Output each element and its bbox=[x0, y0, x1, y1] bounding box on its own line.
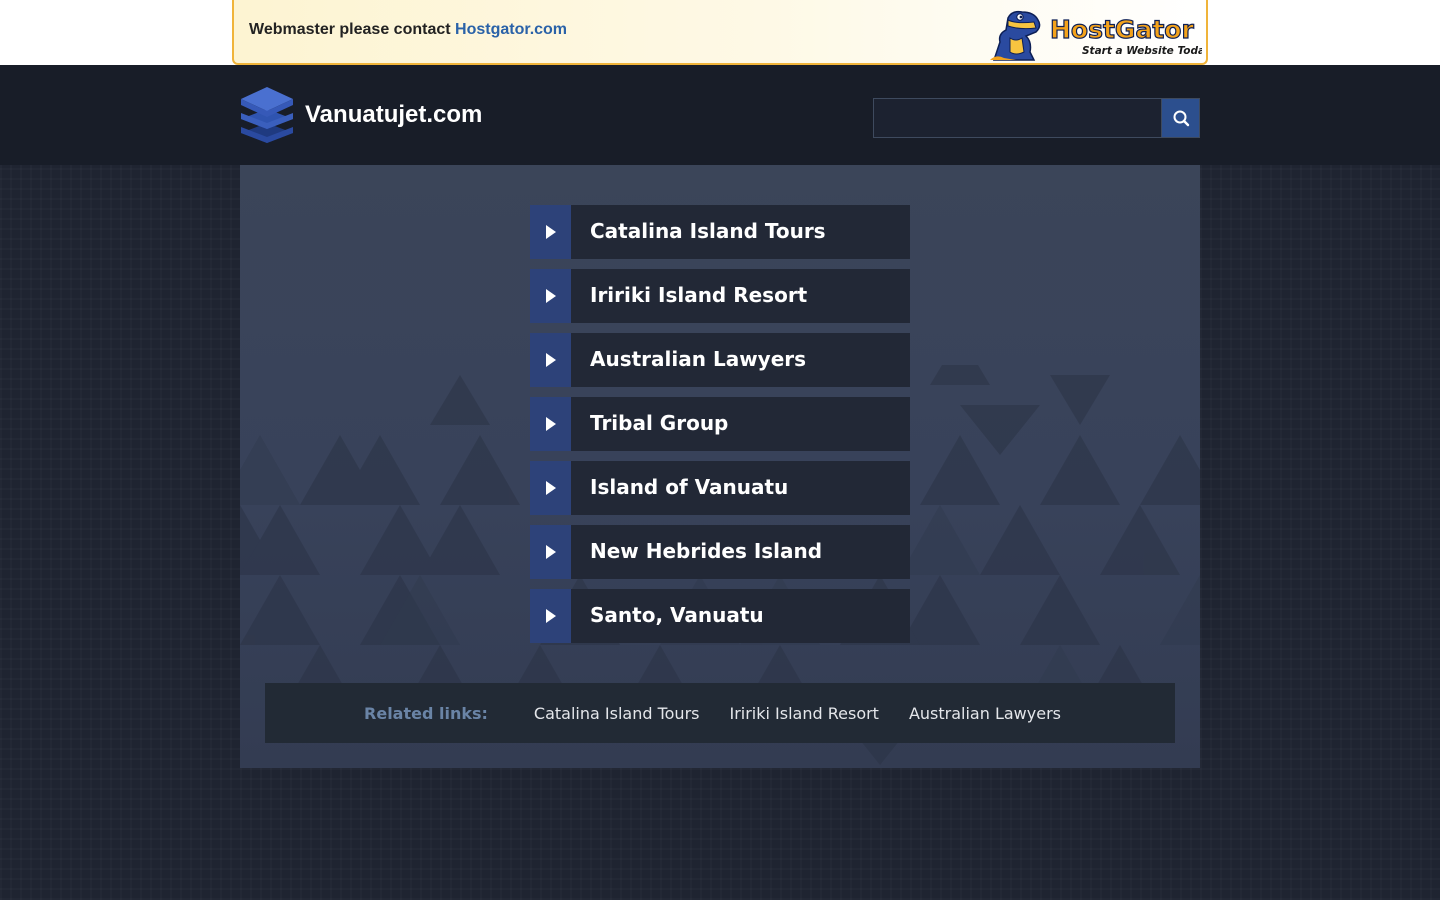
site-title[interactable]: Vanuatujet.com bbox=[305, 101, 482, 129]
list-item[interactable]: New Hebrides Island bbox=[530, 525, 910, 579]
top-banner-bar: Webmaster please contact Hostgator.com H… bbox=[0, 0, 1440, 65]
hostgator-link[interactable]: Hostgator.com bbox=[455, 21, 567, 38]
link-label: Australian Lawyers bbox=[571, 333, 910, 387]
stack-logo-icon[interactable] bbox=[240, 85, 294, 145]
search-button[interactable] bbox=[1161, 98, 1200, 138]
list-item[interactable]: Iririki Island Resort bbox=[530, 269, 910, 323]
play-arrow-icon bbox=[530, 397, 571, 451]
list-item[interactable]: Tribal Group bbox=[530, 397, 910, 451]
related-links-bar: Related links: Catalina Island Tours Iri… bbox=[265, 683, 1175, 743]
hostgator-logo[interactable]: HostGator Start a Website Today! bbox=[986, 6, 1202, 62]
list-item[interactable]: Santo, Vanuatu bbox=[530, 589, 910, 643]
banner-text: Webmaster please contact bbox=[249, 21, 451, 38]
link-label: New Hebrides Island bbox=[571, 525, 910, 579]
link-label: Catalina Island Tours bbox=[571, 205, 910, 259]
banner-message: Webmaster please contact Hostgator.com bbox=[249, 21, 567, 39]
play-arrow-icon bbox=[530, 333, 571, 387]
related-link[interactable]: Australian Lawyers bbox=[909, 704, 1061, 723]
related-links-label: Related links: bbox=[364, 703, 488, 723]
search-icon bbox=[1173, 110, 1189, 127]
link-label: Island of Vanuatu bbox=[571, 461, 910, 515]
play-arrow-icon bbox=[530, 589, 571, 643]
site-header: Vanuatujet.com bbox=[0, 65, 1440, 165]
svg-text:Start a Website Today!: Start a Website Today! bbox=[1082, 45, 1202, 57]
link-list: Catalina Island Tours Iririki Island Res… bbox=[530, 205, 910, 653]
link-label: Iririki Island Resort bbox=[571, 269, 910, 323]
svg-text:HostGator: HostGator bbox=[1050, 15, 1194, 44]
gator-mascot-icon bbox=[990, 10, 1041, 61]
related-link[interactable]: Catalina Island Tours bbox=[534, 704, 700, 723]
main-panel: Catalina Island Tours Iririki Island Res… bbox=[240, 165, 1200, 768]
link-label: Tribal Group bbox=[571, 397, 910, 451]
list-item[interactable]: Catalina Island Tours bbox=[530, 205, 910, 259]
list-item[interactable]: Australian Lawyers bbox=[530, 333, 910, 387]
related-link[interactable]: Iririki Island Resort bbox=[729, 704, 878, 723]
play-arrow-icon bbox=[530, 269, 571, 323]
play-arrow-icon bbox=[530, 525, 571, 579]
play-arrow-icon bbox=[530, 205, 571, 259]
list-item[interactable]: Island of Vanuatu bbox=[530, 461, 910, 515]
search-input[interactable] bbox=[873, 98, 1162, 138]
link-label: Santo, Vanuatu bbox=[571, 589, 910, 643]
play-arrow-icon bbox=[530, 461, 571, 515]
hostgator-banner[interactable]: Webmaster please contact Hostgator.com H… bbox=[232, 0, 1208, 65]
